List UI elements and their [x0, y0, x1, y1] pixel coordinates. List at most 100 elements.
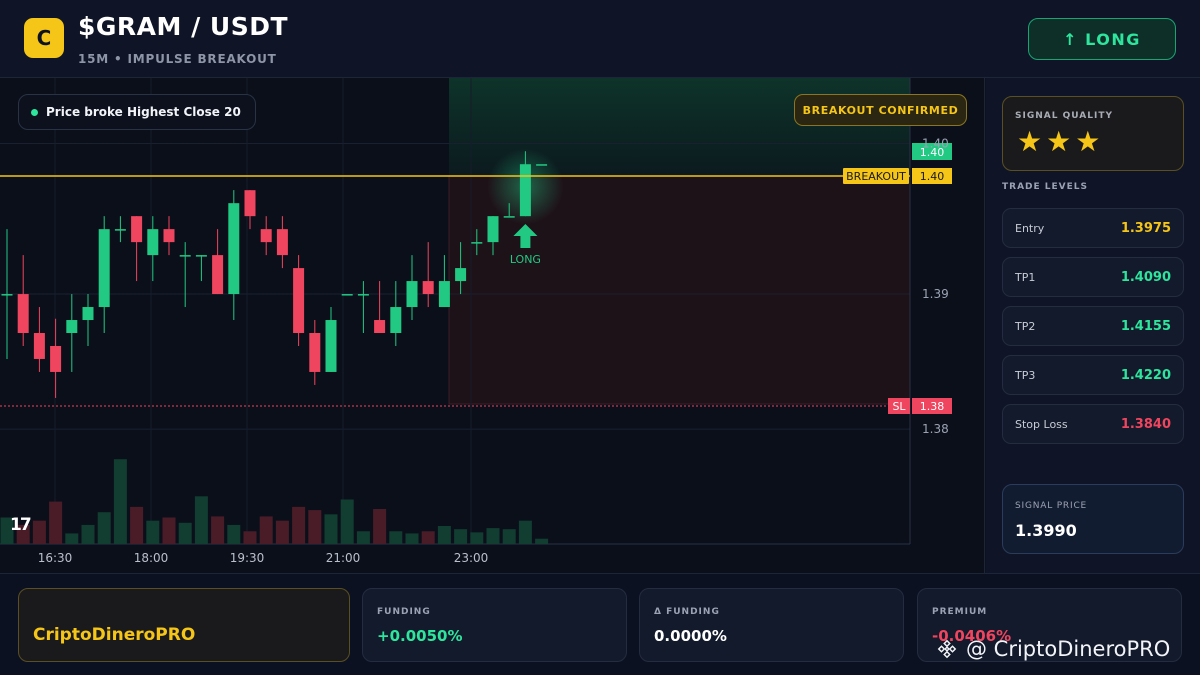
level-label: TP1 — [1015, 271, 1036, 284]
x-tick-label: 23:00 — [454, 551, 489, 565]
volume-bar — [324, 514, 338, 544]
level-tp2: TP2 1.4155 — [1002, 306, 1184, 346]
level-value: 1.3975 — [1120, 221, 1171, 236]
breakout-confirmed-badge: BREAKOUT CONFIRMED — [794, 94, 967, 126]
footer: CriptoDineroPRO FUNDING +0.0050% Δ FUNDI… — [0, 573, 1200, 675]
y-tick-label: 1.39 — [922, 287, 949, 301]
volume-bar — [227, 524, 241, 544]
volume-bar — [194, 496, 208, 544]
long-direction-button[interactable]: ↑ LONG — [1028, 18, 1176, 60]
funding-card: FUNDING +0.0050% — [362, 588, 627, 662]
pill-text: Price broke Highest Close 20 — [46, 105, 241, 119]
breakout-tag-label: BREAKOUT — [846, 170, 906, 183]
candle-body — [536, 164, 548, 166]
candlestick-chart: BREAKOUT 1.401.40SL 1.38LONG 1.401.391.381… — [0, 78, 952, 565]
candle-body — [163, 229, 175, 243]
candle-body — [17, 294, 29, 334]
watermark-text: @ CriptoDineroPRO — [966, 637, 1171, 661]
sl-tag-label: SL — [892, 400, 906, 413]
level-tp1: TP1 1.4090 — [1002, 257, 1184, 297]
brand-name: CriptoDineroPRO — [33, 625, 196, 645]
candle-body — [50, 345, 62, 372]
candle-body — [66, 320, 78, 334]
volume-bar — [421, 531, 435, 544]
brand-card: CriptoDineroPRO — [18, 588, 350, 662]
candle-body — [1, 294, 13, 296]
volume-bar — [97, 512, 111, 544]
candle-body — [422, 281, 434, 295]
candle-body — [390, 307, 402, 334]
breakout-price-label: 1.40 — [920, 170, 945, 183]
volume-bar — [49, 501, 63, 544]
candle-body — [147, 229, 159, 256]
volume-bar — [65, 533, 79, 544]
candle-body — [325, 320, 337, 372]
level-value: 1.4090 — [1120, 270, 1171, 285]
volume-bar — [275, 520, 289, 544]
candle-body — [212, 255, 224, 295]
candle-body — [131, 216, 143, 243]
candle-body — [98, 229, 110, 308]
stat-label: Δ FUNDING — [654, 607, 720, 617]
candle-body — [260, 229, 272, 243]
delta-funding-card: Δ FUNDING 0.0000% — [639, 588, 904, 662]
status-dot-icon — [31, 108, 38, 116]
stat-label: PREMIUM — [932, 607, 988, 617]
signal-quality-label: SIGNAL QUALITY — [1015, 111, 1113, 121]
candle-body — [244, 190, 256, 217]
volume-bar — [162, 517, 176, 544]
volume-bar — [178, 522, 192, 544]
volume-bar — [389, 531, 403, 544]
stat-value: +0.0050% — [377, 627, 463, 645]
x-tick-label: 21:00 — [326, 551, 361, 565]
candle-body — [374, 320, 386, 334]
candle-body — [114, 229, 126, 231]
volume-bar — [130, 506, 144, 544]
candle-body — [33, 333, 45, 359]
candle-body — [357, 294, 369, 296]
y-tick-label: 1.38 — [922, 422, 949, 436]
level-entry: Entry 1.3975 — [1002, 208, 1184, 248]
candle-body — [519, 164, 531, 217]
candle-body — [195, 255, 207, 257]
candle-body — [228, 203, 240, 295]
volume-bar — [518, 520, 532, 544]
signal-price-label: SIGNAL PRICE — [1015, 501, 1088, 511]
candle-body — [293, 268, 305, 334]
pair-title: $GRAM / USDT — [78, 12, 289, 41]
x-tick-label: 19:30 — [230, 551, 265, 565]
level-stop-loss: Stop Loss 1.3840 — [1002, 404, 1184, 444]
volume-bar — [243, 531, 257, 544]
volume-bar — [373, 509, 387, 544]
level-label: Stop Loss — [1015, 418, 1068, 431]
binance-logo-icon — [937, 639, 957, 659]
breakout-info-pill: Price broke Highest Close 20 — [18, 94, 256, 130]
sl-price-label: 1.38 — [920, 400, 945, 413]
candle-body — [471, 242, 483, 244]
tradingview-logo-icon: 17 — [10, 515, 32, 535]
volume-bar — [502, 529, 516, 544]
volume-bar — [211, 516, 225, 544]
signal-price-card: SIGNAL PRICE 1.3990 — [1002, 484, 1184, 554]
price-chart[interactable]: BREAKOUT 1.40 1.40 SL 1.38 LONG 1.40 1.39 1.38 1… — [0, 78, 985, 573]
x-tick-label: 18:00 — [134, 551, 169, 565]
candle-body — [487, 216, 499, 243]
x-tick-label: 16:30 — [38, 551, 73, 565]
level-label: Entry — [1015, 222, 1045, 235]
volume-bar — [81, 524, 95, 544]
level-value: 1.4220 — [1120, 368, 1171, 383]
stat-value: 0.0000% — [654, 627, 727, 645]
volume-bar — [32, 520, 46, 544]
timeframe-subtitle: 15M • IMPULSE BREAKOUT — [78, 52, 277, 66]
signal-quality-card: SIGNAL QUALITY ★★★ — [1002, 96, 1184, 171]
star-rating-icon: ★★★ — [1017, 125, 1105, 158]
header: C $GRAM / USDT 15M • IMPULSE BREAKOUT ↑ … — [0, 0, 1200, 78]
candle-body — [406, 281, 418, 308]
volume-bar — [146, 520, 160, 544]
candle-body — [276, 229, 288, 256]
volume-bar — [437, 525, 451, 544]
candle-body — [341, 294, 353, 296]
volume-bar — [308, 510, 322, 544]
signal-price-value: 1.3990 — [1015, 521, 1077, 540]
volume-bar — [486, 528, 500, 544]
